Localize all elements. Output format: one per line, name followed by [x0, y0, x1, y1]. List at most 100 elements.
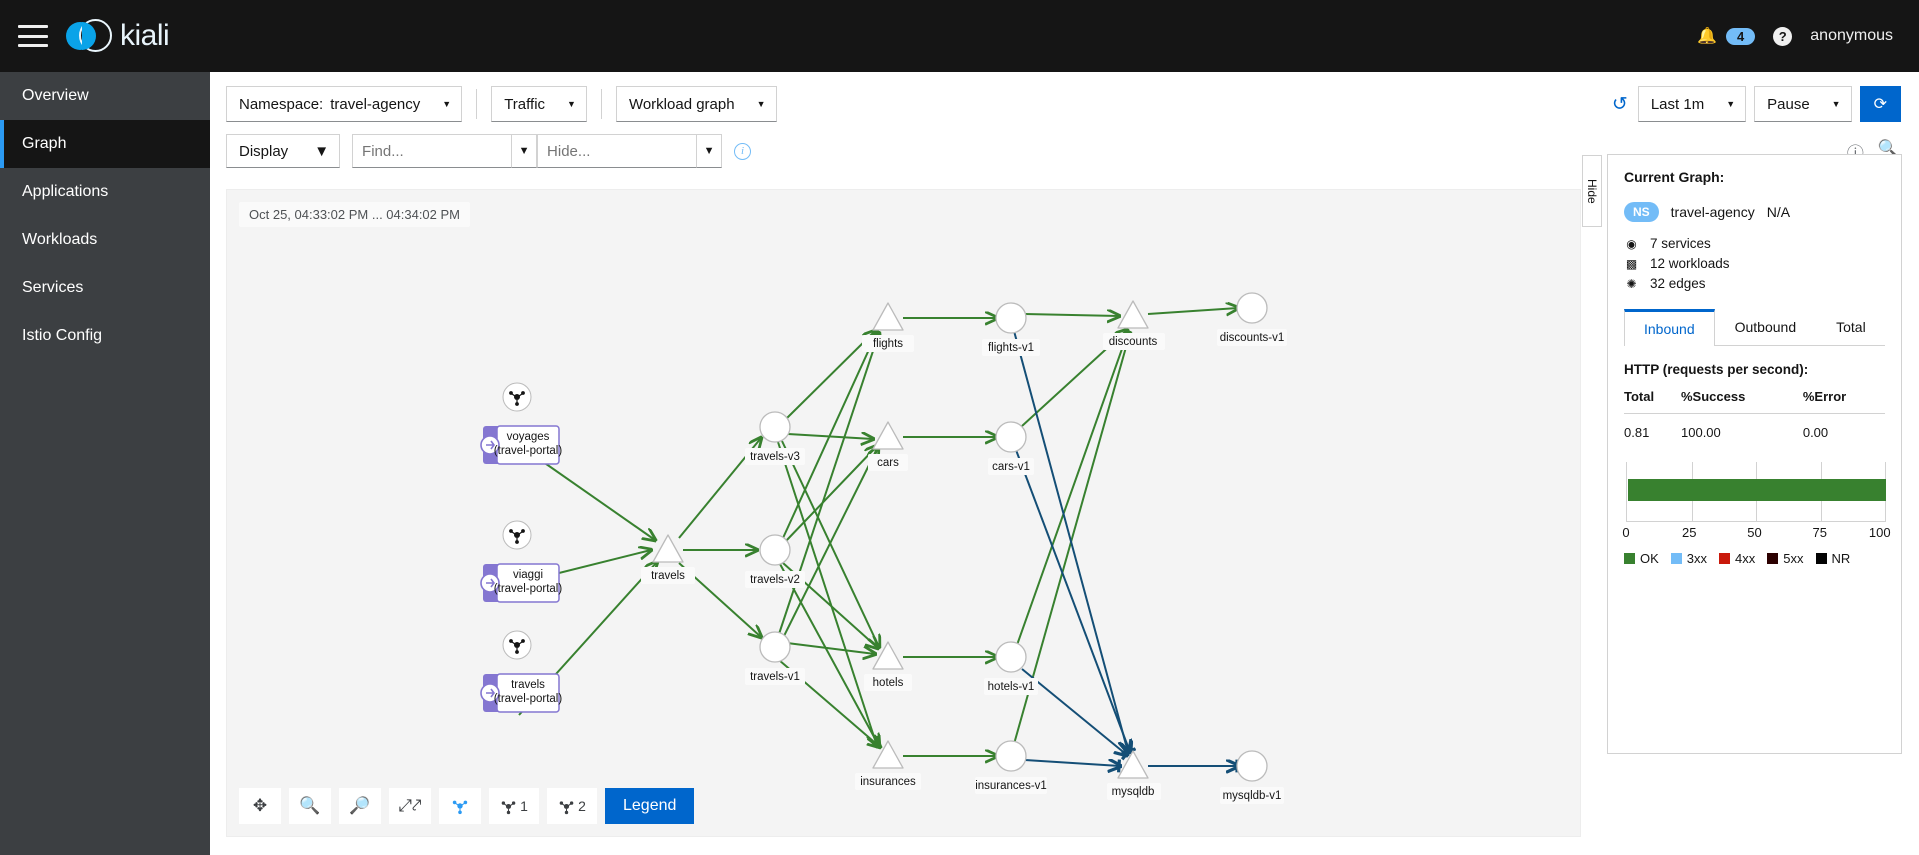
legend-item-4xx[interactable]: 4xx [1719, 551, 1755, 566]
kiali-app: kiali 🔔 4 ? anonymous Overview Graph App… [0, 0, 1919, 855]
service-icon: ◉ [1626, 236, 1637, 251]
col-success: %Success [1681, 389, 1746, 404]
display-menu-button[interactable]: Display ▼ [226, 134, 341, 168]
node-travels-v1[interactable]: travels-v1 [745, 631, 805, 685]
node-discounts[interactable]: discounts [1103, 300, 1165, 350]
node-label: cars-v1 [992, 461, 1030, 473]
legend-item-5xx[interactable]: 5xx [1767, 551, 1804, 566]
find-input[interactable] [352, 134, 513, 168]
node-insurances[interactable]: insurances [855, 740, 921, 790]
legend-item-3xx[interactable]: 3xx [1670, 551, 1707, 566]
stat-services: ◉ 7 services [1624, 236, 1885, 251]
hide-input[interactable] [537, 134, 698, 168]
help-icon[interactable]: ? [1773, 26, 1793, 46]
legend-button[interactable]: Legend [605, 788, 695, 824]
layout-1-button[interactable]: 1 [489, 788, 539, 824]
hamburger-icon[interactable] [18, 25, 48, 47]
toolbar-divider-2 [600, 89, 602, 119]
edge-group-blue [1013, 330, 1238, 766]
layout-2-button[interactable]: 2 [547, 788, 597, 824]
find-dropdown-button[interactable]: ▼ [512, 134, 538, 168]
legend-item-ok[interactable]: OK [1624, 551, 1659, 566]
node-hotels-v1[interactable]: hotels-v1 [984, 641, 1038, 695]
node-viaggi[interactable]: viaggi (travel-portal) [480, 520, 563, 603]
graph-canvas[interactable]: Oct 25, 04:33:02 PM ... 04:34:02 PM voya… [226, 189, 1581, 837]
graph-filter-row: Namespace: travel-agency ▼ Traffic ▼ Wor… [210, 72, 1919, 122]
node-insurances-v1[interactable]: insurances-v1 [975, 740, 1047, 794]
chevron-down-icon: ▼ [1726, 99, 1736, 109]
table-header-row: Total %Success %Error [1624, 389, 1885, 414]
tab-inbound[interactable]: Inbound [1624, 309, 1715, 346]
col-error: %Error [1802, 389, 1847, 404]
layout-default-button[interactable] [439, 788, 481, 824]
hide-dropdown-button[interactable]: ▼ [697, 134, 723, 168]
chart-legend: OK 3xx 4xx 5xx NR [1624, 551, 1885, 566]
refresh-button[interactable]: ⟳ [1859, 86, 1901, 122]
legend-label: OK [1640, 551, 1659, 566]
stat-services-text: 7 services [1650, 236, 1711, 251]
node-travels-v2[interactable]: travels-v2 [745, 534, 805, 588]
node-label: mysqldb-v1 [1223, 790, 1282, 802]
node-flights-v1[interactable]: flights-v1 [982, 302, 1040, 356]
refresh-interval-value: Pause [1767, 95, 1810, 113]
refresh-interval-selector[interactable]: Pause ▼ [1754, 86, 1852, 122]
sidebar-item-services[interactable]: Services [0, 264, 210, 312]
ns-badge: NS [1624, 202, 1659, 222]
traffic-direction-tabs: Inbound Outbound Total [1624, 309, 1885, 346]
node-cars-v1[interactable]: cars-v1 [988, 421, 1034, 475]
traffic-selector[interactable]: Traffic ▼ [491, 86, 587, 122]
legend-label: 5xx [1783, 551, 1804, 566]
history-icon[interactable]: ↺ [1612, 93, 1628, 116]
sidebar-item-applications[interactable]: Applications [0, 168, 210, 216]
brand-logo[interactable]: kiali [66, 17, 170, 55]
traffic-value: Traffic [504, 95, 546, 113]
tab-outbound[interactable]: Outbound [1715, 309, 1817, 346]
node-label: insurances-v1 [975, 780, 1047, 792]
workload-icon: ▩ [1625, 256, 1638, 271]
zoom-in-button[interactable]: 🔍 [289, 788, 331, 824]
legend-item-nr[interactable]: NR [1815, 551, 1850, 566]
node-travels[interactable]: travels [641, 534, 695, 584]
graph-bottom-toolbar: ✥ 🔍 🔎 ⤢⤤ 1 2 Legend [239, 788, 695, 824]
legend-swatch [1719, 553, 1731, 564]
sidebar-item-overview[interactable]: Overview [0, 72, 210, 120]
chevron-down-icon: ▼ [314, 142, 330, 160]
node-sublabel: (travel-portal) [494, 583, 563, 595]
node-label: travels [511, 679, 545, 691]
fit-to-screen-button[interactable]: ⤢⤤ [389, 788, 431, 824]
masthead: kiali 🔔 4 ? anonymous [0, 0, 1919, 72]
node-mysqldb-v1[interactable]: mysqldb-v1 [1220, 750, 1284, 804]
notifications-button[interactable]: 🔔 4 [1697, 26, 1756, 46]
kiali-logo-icon [66, 17, 112, 55]
sidebar-item-graph[interactable]: Graph [0, 120, 210, 168]
node-voyages[interactable]: voyages (travel-portal) [480, 382, 563, 465]
zoom-out-button[interactable]: 🔎 [339, 788, 381, 824]
hide-panel-toggle[interactable]: Hide [1582, 155, 1602, 227]
node-travels-portal[interactable]: travels (travel-portal) [480, 630, 562, 713]
http-rate-chart: 0 25 50 75 100 OK 3xx 4xx 5xx NR [1622, 462, 1891, 566]
node-discounts-v1[interactable]: discounts-v1 [1217, 292, 1287, 346]
node-mysqldb[interactable]: mysqldb [1107, 750, 1161, 800]
sidebar-item-istio-config[interactable]: Istio Config [0, 312, 210, 360]
user-menu[interactable]: anonymous [1810, 27, 1893, 45]
node-flights[interactable]: flights [862, 302, 914, 352]
time-range-selector[interactable]: Last 1m ▼ [1637, 86, 1747, 122]
legend-swatch [1624, 553, 1635, 564]
sidebar-item-workloads[interactable]: Workloads [0, 216, 210, 264]
x-tick: 0 [1622, 525, 1630, 540]
hide-panel-label: Hide [1585, 178, 1599, 204]
drag-tool-button[interactable]: ✥ [239, 788, 281, 824]
time-controls: ↺ Last 1m ▼ Pause ▼ ⟳ [1612, 86, 1903, 122]
node-travels-v3[interactable]: travels-v3 [745, 411, 805, 465]
namespace-selector[interactable]: Namespace: travel-agency ▼ [226, 86, 463, 122]
node-cars[interactable]: cars [868, 421, 908, 471]
graph-type-selector[interactable]: Workload graph ▼ [615, 86, 777, 122]
node-label: insurances [860, 776, 916, 788]
info-icon[interactable]: i [734, 142, 752, 160]
chevron-down-icon: ▼ [442, 99, 452, 109]
x-tick: 25 [1682, 525, 1697, 540]
node-sublabel: (travel-portal) [494, 445, 563, 457]
node-hotels[interactable]: hotels [864, 641, 912, 691]
tab-total[interactable]: Total [1816, 309, 1886, 346]
toolbar-divider-1 [476, 89, 478, 119]
